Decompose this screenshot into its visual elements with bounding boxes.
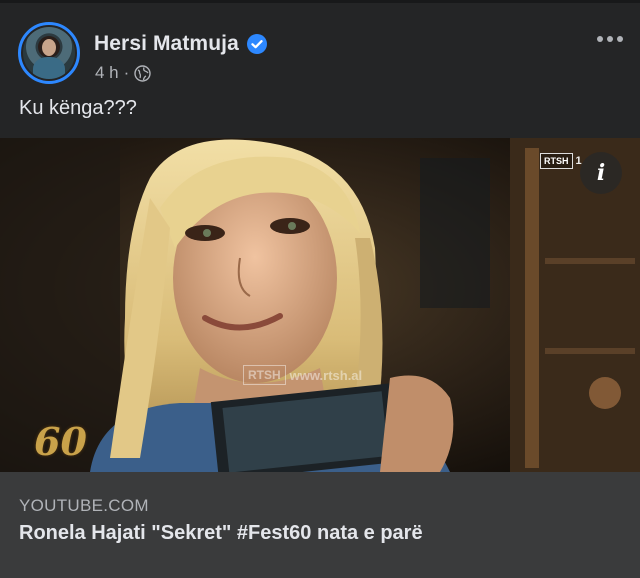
fest-logo: 60 [34, 419, 87, 464]
author-name[interactable]: Hersi Matmuja [94, 32, 239, 56]
facebook-post: Hersi Matmuja 4 h · Ku kënga??? RTSH 1 i… [0, 0, 640, 578]
channel-logo-box: RTSH [540, 153, 573, 169]
post-meta: 4 h · [95, 63, 152, 83]
more-options-icon[interactable] [594, 24, 626, 54]
verified-badge-icon [246, 34, 267, 54]
video-thumbnail[interactable] [0, 138, 640, 472]
link-domain: YOUTUBE.COM [19, 496, 149, 515]
link-title[interactable]: Ronela Hajati "Sekret" #Fest60 nata e pa… [19, 522, 423, 545]
channel-logo: RTSH 1 [540, 150, 582, 172]
watermark-url: www.rtsh.al [289, 367, 363, 383]
info-icon[interactable]: i [580, 152, 622, 194]
author-row: Hersi Matmuja [94, 32, 267, 56]
avatar[interactable] [23, 27, 75, 79]
globe-icon[interactable] [134, 64, 152, 82]
avatar-story-ring[interactable] [18, 22, 80, 84]
divider [0, 0, 640, 3]
video-watermark: RTSH www.rtsh.al [243, 365, 362, 385]
meta-separator: · [123, 63, 130, 82]
post-time[interactable]: 4 h [95, 63, 119, 83]
watermark-logo: RTSH [243, 365, 286, 385]
post-text: Ku kënga??? [19, 97, 137, 119]
